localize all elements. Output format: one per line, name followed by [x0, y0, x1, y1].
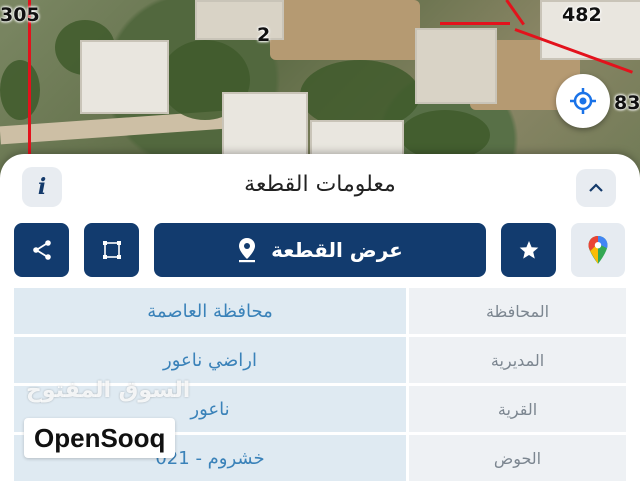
directorate-value: اراضي ناعور — [14, 337, 406, 383]
parcel-number-label: 83 — [614, 92, 640, 114]
parcel-number-label: 305 — [0, 4, 40, 26]
google-maps-button[interactable] — [571, 223, 625, 277]
crosshair-locate-icon — [570, 88, 596, 114]
share-button[interactable] — [14, 223, 69, 277]
governorate-value: محافظة العاصمة — [14, 288, 406, 334]
show-parcel-button[interactable]: عرض القطعة — [154, 223, 486, 277]
locate-me-button[interactable] — [556, 74, 610, 128]
crop-area-button[interactable] — [84, 223, 139, 277]
crop-area-icon — [102, 241, 121, 259]
village-label: القرية — [409, 386, 626, 432]
parcel-number-label: 482 — [562, 4, 602, 26]
star-icon — [519, 241, 538, 259]
share-icon — [32, 240, 51, 260]
basin-label: الحوض — [409, 435, 626, 481]
favorite-button[interactable] — [501, 223, 556, 277]
show-parcel-label: عرض القطعة — [271, 238, 403, 262]
watermark-logo: OpenSooq — [24, 418, 176, 458]
map-pin-icon — [239, 238, 256, 263]
collapse-button[interactable] — [576, 169, 616, 207]
table-row: محافظة العاصمة المحافظة — [14, 288, 626, 334]
watermark-arabic: السوق المفتوح — [26, 378, 191, 403]
sheet-title: معلومات القطعة — [244, 172, 396, 197]
google-maps-pin-icon — [588, 236, 608, 264]
governorate-label: المحافظة — [409, 288, 626, 334]
directorate-label: المديرية — [409, 337, 626, 383]
parcel-number-label: 2 — [257, 24, 271, 46]
chevron-up-icon — [589, 183, 603, 192]
table-row: اراضي ناعور المديرية — [14, 337, 626, 383]
